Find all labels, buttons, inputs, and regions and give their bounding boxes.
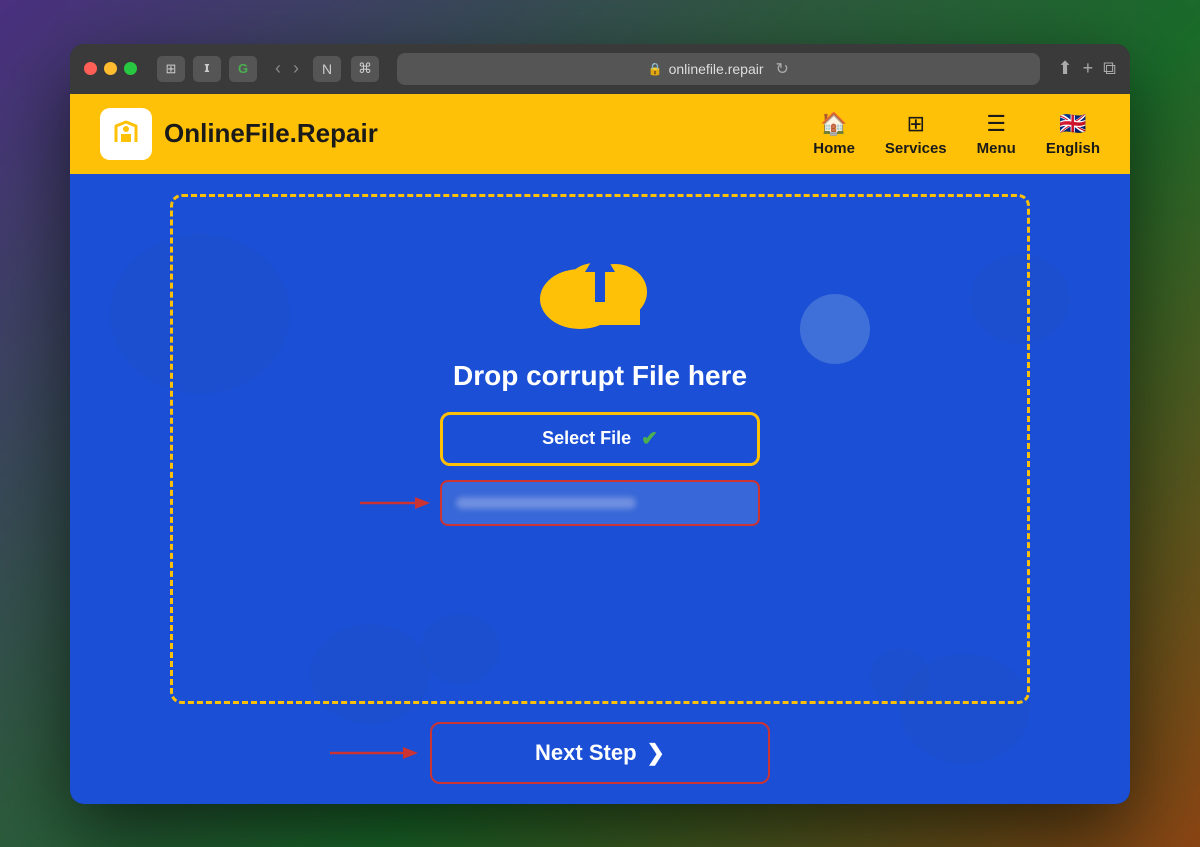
browser-titlebar: ⊞ 𝗜 G ‹ › N ⌘ 🔒 onlinefile.repair ↻ ⬆ + …: [70, 44, 1130, 94]
services-label: Services: [885, 140, 947, 157]
logo-icon: [100, 108, 152, 160]
browser-content: OnlineFile.Repair 🏠 Home ⊞ Services ☰ Me…: [70, 94, 1130, 804]
browser-window: ⊞ 𝗜 G ‹ › N ⌘ 🔒 onlinefile.repair ↻ ⬆ + …: [70, 44, 1130, 804]
next-step-area: Next Step ❯: [70, 722, 1130, 784]
new-tab-icon[interactable]: +: [1083, 58, 1094, 79]
arrow-1: [360, 491, 430, 515]
ext-btn[interactable]: ⌘: [351, 56, 379, 82]
next-step-wrapper: Next Step ❯: [430, 722, 770, 784]
forward-button[interactable]: ›: [289, 56, 303, 81]
home-label: Home: [813, 140, 855, 157]
nav-services[interactable]: ⊞ Services: [885, 111, 947, 157]
nav-arrows: ‹ ›: [271, 56, 303, 81]
next-step-button[interactable]: Next Step ❯: [430, 722, 770, 784]
red-arrow-svg-2: [330, 741, 418, 765]
back-button[interactable]: ‹: [271, 56, 285, 81]
checkmark-icon: ✔: [641, 426, 658, 451]
lock-icon: 🔒: [648, 62, 663, 76]
drop-zone[interactable]: Drop corrupt File here Select File ✔: [170, 194, 1030, 704]
grammarly-btn[interactable]: G: [229, 56, 257, 82]
address-bar[interactable]: 🔒 onlinefile.repair ↻: [397, 53, 1040, 85]
arrow-2: [330, 741, 418, 765]
text-format-btn[interactable]: 𝗜: [193, 56, 221, 82]
nav-menu[interactable]: ☰ Menu: [977, 111, 1016, 157]
site-header: OnlineFile.Repair 🏠 Home ⊞ Services ☰ Me…: [70, 94, 1130, 174]
services-icon: ⊞: [907, 111, 925, 137]
logo-svg: [108, 116, 144, 152]
file-input-wrapper: [440, 480, 760, 526]
menu-label: Menu: [977, 140, 1016, 157]
next-step-label: Next Step: [535, 740, 636, 766]
menu-icon: ☰: [986, 111, 1006, 137]
reload-icon[interactable]: ↻: [776, 59, 789, 79]
upload-cloud-icon: [530, 227, 670, 342]
tabs-icon[interactable]: ⧉: [1103, 58, 1116, 79]
browser-toolbar-controls: ⊞ 𝗜 G: [157, 56, 257, 82]
next-step-chevron: ❯: [647, 740, 665, 766]
nav-items: 🏠 Home ⊞ Services ☰ Menu 🇬🇧 English: [813, 111, 1100, 157]
home-icon: 🏠: [820, 111, 847, 137]
url-text: onlinefile.repair: [669, 61, 764, 77]
nav-english[interactable]: 🇬🇧 English: [1046, 111, 1100, 157]
main-content: Drop corrupt File here Select File ✔: [70, 174, 1130, 804]
file-name-blurred-text: [456, 497, 636, 509]
close-button[interactable]: [84, 62, 97, 75]
nav-home[interactable]: 🏠 Home: [813, 111, 855, 157]
logo-area: OnlineFile.Repair: [100, 108, 813, 160]
traffic-lights: [84, 62, 137, 75]
flag-icon: 🇬🇧: [1059, 111, 1086, 137]
share-icon[interactable]: ⬆: [1058, 58, 1073, 79]
logo-text: OnlineFile.Repair: [164, 118, 378, 149]
minimize-button[interactable]: [104, 62, 117, 75]
maximize-button[interactable]: [124, 62, 137, 75]
notion-btn[interactable]: N: [313, 56, 341, 82]
select-file-label: Select File: [542, 428, 631, 449]
cloud-svg: [530, 227, 670, 337]
file-name-input[interactable]: [440, 480, 760, 526]
english-label: English: [1046, 140, 1100, 157]
drop-text: Drop corrupt File here: [453, 360, 747, 392]
red-arrow-svg-1: [360, 491, 430, 515]
extra-controls: ⬆ + ⧉: [1058, 58, 1116, 79]
sidebar-toggle[interactable]: ⊞: [157, 56, 185, 82]
select-file-button[interactable]: Select File ✔: [440, 412, 760, 466]
